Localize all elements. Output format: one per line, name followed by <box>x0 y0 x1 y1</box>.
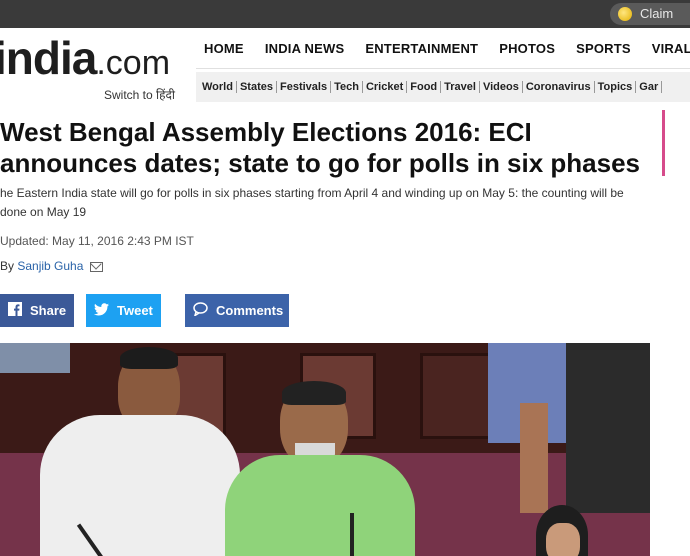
photo-person-green-hair <box>282 381 346 405</box>
site-logo[interactable]: india.com <box>0 31 170 85</box>
facebook-icon <box>8 302 22 319</box>
byline-prefix: By <box>0 259 18 273</box>
site-header: india.com Switch to हिंदी HOME INDIA NEW… <box>0 28 690 110</box>
coin-icon <box>618 7 632 21</box>
twitter-icon <box>94 302 109 319</box>
share-label: Share <box>30 303 67 318</box>
microphone-icon <box>350 513 354 556</box>
photo-person-woman-face <box>546 523 580 556</box>
tweet-button[interactable]: Tweet <box>86 294 161 327</box>
subnav-item-food[interactable]: Food <box>407 81 442 93</box>
photo-wall-panel <box>420 353 496 439</box>
logo-main: india <box>0 32 97 84</box>
article-byline: By Sanjib Guha <box>0 259 104 273</box>
claim-button[interactable]: Claim <box>610 3 690 25</box>
nav-item-home[interactable]: HOME <box>204 41 244 56</box>
photo-person-white-hair <box>120 347 178 369</box>
subnav-item-tech[interactable]: Tech <box>331 81 363 93</box>
author-link[interactable]: Sanjib Guha <box>17 259 83 273</box>
photo-person-green-body <box>225 455 415 556</box>
photo-person-white-body <box>40 415 240 556</box>
top-bar: Claim <box>0 0 690 28</box>
nav-item-photos[interactable]: PHOTOS <box>499 41 555 56</box>
accent-divider <box>662 110 665 176</box>
article-summary: he Eastern India state will go for polls… <box>0 186 624 219</box>
subnav-item-topics[interactable]: Topics <box>595 81 637 93</box>
nav-item-sports[interactable]: SPORTS <box>576 41 631 56</box>
subnav-item-videos[interactable]: Videos <box>480 81 523 93</box>
subnav-item-gar[interactable]: Gar <box>636 81 663 93</box>
share-button[interactable]: Share <box>0 294 74 327</box>
article-updated: Updated: May 11, 2016 2:43 PM IST <box>0 234 194 248</box>
photo-person-dark-clothes <box>566 343 650 513</box>
nav-item-entertainment[interactable]: ENTERTAINMENT <box>365 41 478 56</box>
subnav-item-travel[interactable]: Travel <box>441 81 480 93</box>
subnav-item-states[interactable]: States <box>237 81 277 93</box>
comment-bubble-icon <box>193 302 208 319</box>
comments-label: Comments <box>216 303 284 318</box>
tweet-label: Tweet <box>117 303 153 318</box>
subnav-item-coronavirus[interactable]: Coronavirus <box>523 81 595 93</box>
nav-item-viral[interactable]: VIRAL <box>652 41 690 56</box>
main-nav: HOME INDIA NEWS ENTERTAINMENT PHOTOS SPO… <box>196 28 690 69</box>
sub-nav: World States Festivals Tech Cricket Food… <box>196 72 690 102</box>
claim-label: Claim <box>640 6 674 21</box>
subnav-item-cricket[interactable]: Cricket <box>363 81 408 93</box>
mail-icon[interactable] <box>90 261 104 272</box>
logo-suffix: .com <box>96 44 171 82</box>
photo-person-topleft <box>0 343 70 373</box>
subnav-item-world[interactable]: World <box>196 81 237 93</box>
article-headline: West Bengal Assembly Elections 2016: ECI… <box>0 117 641 178</box>
nav-item-india-news[interactable]: INDIA NEWS <box>265 41 345 56</box>
article-photo[interactable] <box>0 343 650 556</box>
subnav-item-festivals[interactable]: Festivals <box>277 81 332 93</box>
comments-button[interactable]: Comments <box>185 294 289 327</box>
language-switch-link[interactable]: Switch to हिंदी <box>104 86 175 103</box>
photo-person-arm <box>520 403 548 513</box>
